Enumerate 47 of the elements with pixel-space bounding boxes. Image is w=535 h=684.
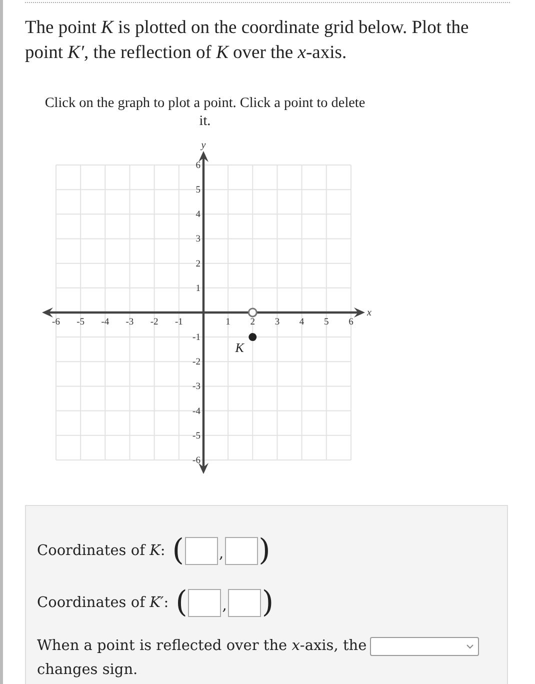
coordinate-input[interactable] [228,589,261,617]
tick-label: 3 [274,317,280,328]
tick-label: 6 [196,161,200,171]
answer-label: Coordinates of K: [37,543,166,559]
tick-label: 1 [226,317,230,328]
parenthesis: ( [172,534,184,568]
tick-label: 5 [324,317,329,328]
coordinate-input[interactable] [224,537,258,565]
question-text: The point K is plotted on the coordinate grid below. Plot the point K′, the reflection of K over the x-axis. [25,17,470,65]
caret-icon [466,644,474,649]
tick-label: -5 [76,317,85,328]
tick-label: 4 [196,210,200,220]
tick-label: -4 [101,317,110,328]
tick-label: -2 [150,317,158,328]
sentence-text: changes sign. [37,662,138,678]
comma: , [219,546,224,562]
comma: , [222,598,227,614]
coordinate-input[interactable] [185,537,218,565]
hover-point[interactable] [248,308,258,318]
tick-label: -6 [52,317,60,328]
tick-label: -1 [174,317,183,328]
tick-label: -2 [192,358,200,368]
tick-label: -3 [192,382,200,392]
point-label: K [235,340,244,356]
tick-label: 1 [196,284,200,294]
parenthesis: ) [262,586,274,620]
tick-label: 5 [196,186,200,196]
sentence-text: When a point is reflected over the x-axis, the [37,638,367,654]
tick-label: 2 [196,259,200,270]
tick-label: 3 [196,234,200,245]
tick-label: 2 [250,317,256,328]
answer-dropdown[interactable] [370,636,479,656]
axis-label: y [201,140,206,151]
parenthesis: ( [176,586,188,620]
tick-label: -4 [192,406,200,417]
tick-label: -5 [192,431,200,442]
plotted-point[interactable] [248,333,257,342]
tick-label: 6 [348,317,354,328]
tick-label: -1 [192,333,200,344]
tick-label: 4 [299,317,304,328]
tick-label: -6 [192,456,200,466]
parenthesis: ) [258,534,270,568]
tick-label: -3 [126,317,134,328]
instruction-text: Click on the graph to plot a point. Click a point to delete it. [44,94,366,130]
coordinate-input[interactable] [188,589,222,617]
answer-label: Coordinates of K′: [37,595,169,611]
axis-label: x [366,307,372,318]
